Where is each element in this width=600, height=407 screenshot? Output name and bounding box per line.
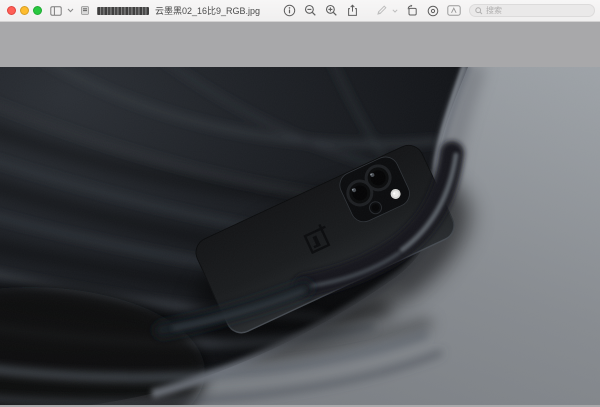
info-icon[interactable] <box>283 4 296 17</box>
search-icon <box>475 7 483 15</box>
window-title: 云墨黑02_16比9_RGB.jpg <box>155 4 260 17</box>
photo-canvas <box>0 67 600 405</box>
illegible-title-prefix <box>97 7 149 15</box>
markup-pencil-icon[interactable] <box>375 4 388 17</box>
zoom-in-icon[interactable] <box>325 4 338 17</box>
fullscreen-button[interactable] <box>33 6 42 15</box>
zoom-out-icon[interactable] <box>304 4 317 17</box>
toolbar-buttons: 搜索 <box>283 4 595 17</box>
window-titlebar: 云墨黑02_16比9_RGB.jpg 搜索 <box>0 0 600 22</box>
rotate-left-icon[interactable] <box>406 4 419 17</box>
search-input[interactable]: 搜索 <box>469 4 595 17</box>
traffic-lights <box>7 6 42 15</box>
search-placeholder: 搜索 <box>486 7 502 15</box>
proxy-document-icon <box>81 6 89 15</box>
grain-overlay <box>0 67 600 405</box>
close-button[interactable] <box>7 6 16 15</box>
markup-chevron-icon[interactable] <box>392 9 398 13</box>
product-photo <box>0 67 600 405</box>
title-chevron-icon[interactable] <box>67 8 74 13</box>
minimize-button[interactable] <box>20 6 29 15</box>
share-icon[interactable] <box>346 4 359 17</box>
sidebar-icon[interactable] <box>50 6 62 16</box>
preview-content-background <box>0 22 600 407</box>
crop-icon[interactable] <box>427 5 439 17</box>
markup-toolbar-icon[interactable] <box>447 5 461 16</box>
